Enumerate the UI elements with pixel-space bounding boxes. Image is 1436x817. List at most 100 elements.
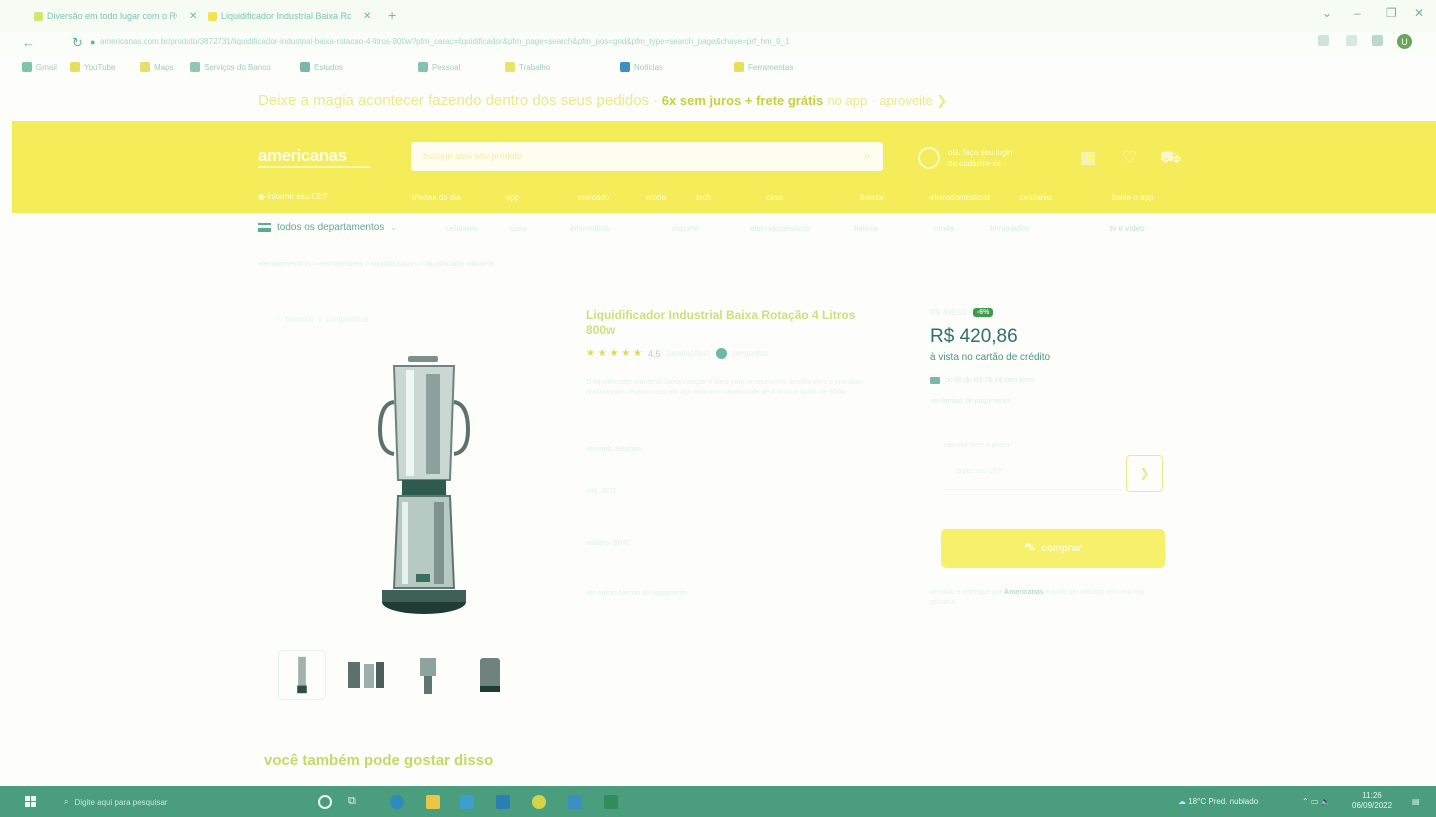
lock-icon[interactable]: ●	[90, 37, 95, 47]
header-category[interactable]: casa	[766, 193, 783, 202]
site-logo[interactable]: americanas	[258, 146, 370, 168]
folder-icon	[734, 62, 744, 72]
back-icon[interactable]: ←	[22, 35, 35, 50]
sidepanel-icon[interactable]	[1372, 35, 1383, 46]
clock[interactable]: 11:26 06/09/2022	[1352, 791, 1392, 811]
credit-card-icon	[930, 377, 940, 384]
search-icon[interactable]: ⌕	[864, 148, 871, 164]
notifications-icon[interactable]: ▤	[1412, 797, 1420, 806]
cep-submit-button[interactable]: ❯	[1126, 455, 1163, 492]
header-category[interactable]: app	[506, 193, 519, 202]
question-icon	[715, 348, 727, 359]
bookmark-item[interactable]: Pessoal	[418, 62, 460, 72]
thumbnail-4[interactable]	[466, 650, 514, 700]
details-link[interactable]: ver mais detalhes	[586, 446, 641, 453]
promo-link[interactable]: · aproveite ❯	[871, 93, 947, 108]
close-icon[interactable]: ✕	[363, 11, 371, 22]
close-icon[interactable]: ✕	[189, 11, 197, 22]
reload-icon[interactable]: ↻	[72, 35, 83, 51]
excel-icon[interactable]	[604, 795, 618, 809]
heart-icon[interactable]: ♡	[1122, 148, 1137, 168]
cortana-icon[interactable]	[318, 795, 332, 809]
bookmark-item[interactable]: Notícias	[620, 62, 663, 72]
thumbnail-3[interactable]	[404, 650, 452, 700]
tray-icons[interactable]: ⌃ ▭ 🔈	[1302, 797, 1331, 806]
price: R$ 420,86	[930, 326, 1018, 347]
edge-icon[interactable]	[390, 795, 404, 809]
cep-link[interactable]: ◉ informe seu CEP	[258, 192, 328, 201]
profile-avatar[interactable]: U	[1397, 34, 1412, 49]
department-item[interactable]: celulares	[446, 224, 478, 233]
star-icon[interactable]	[1318, 35, 1329, 46]
browser-tab-2[interactable]: Liquidificador Industrial Baixa Rotação …	[208, 8, 371, 24]
product-image[interactable]	[372, 352, 476, 620]
minimize-button[interactable]: –	[1354, 6, 1361, 20]
department-item[interactable]: informática	[570, 224, 609, 233]
cart-icon[interactable]: ⛟	[1160, 148, 1181, 170]
bookmark-item[interactable]: Estudos	[300, 62, 343, 72]
department-item[interactable]: moda	[934, 224, 954, 233]
word-icon[interactable]	[568, 795, 582, 809]
product-rating[interactable]: ★ ★ ★ ★ ★ 4,5 (avaliações) perguntas	[586, 348, 768, 359]
product-actions[interactable]: ♡ favoritar ⇪ compartilhar	[276, 315, 369, 324]
thumbnail-1[interactable]	[278, 650, 326, 700]
header-category[interactable]: tech	[696, 193, 711, 202]
mail-icon[interactable]	[496, 795, 510, 809]
close-window-button[interactable]: ✕	[1414, 6, 1424, 20]
task-view-icon[interactable]: ⧉	[348, 795, 362, 809]
taskbar-search[interactable]: ⌕ Digite aqui para pesquisar	[50, 791, 300, 813]
department-item[interactable]: casa	[510, 224, 527, 233]
department-item[interactable]: esporte	[672, 224, 699, 233]
department-item[interactable]: beleza	[854, 224, 878, 233]
header-category[interactable]: ofertas do dia	[412, 193, 460, 202]
search-bar[interactable]: busque aqui seu produto ⌕	[411, 142, 883, 171]
cloud-icon: ☁	[1178, 797, 1186, 806]
installments: ou 6x de R$ 70,14 sem juros	[930, 377, 1035, 384]
header-category[interactable]: baixe o app	[1112, 193, 1153, 202]
breadcrumb[interactable]: eletrodomésticos > eletroportáteis > liq…	[258, 261, 494, 268]
bookmark-item[interactable]: Trabalho	[505, 62, 550, 72]
windows-start-icon[interactable]	[25, 796, 37, 808]
cep-input[interactable]: digite seu CEP	[944, 458, 1122, 490]
header-category[interactable]: celulares	[1020, 193, 1052, 202]
extension-icon[interactable]	[1346, 35, 1357, 46]
header-category[interactable]: moda	[646, 193, 666, 202]
bookmark-item[interactable]: Gmail	[22, 62, 57, 72]
product-description: O liquidificador industrial baixa rotaçã…	[586, 379, 863, 396]
seller-link[interactable]: Americanas	[1004, 589, 1044, 596]
browser-tab-1[interactable]: Diversão em todo lugar com o ROYAL ESTAD…	[34, 8, 197, 24]
folder-icon	[505, 62, 515, 72]
thumbnail-2[interactable]	[342, 650, 390, 700]
old-price: R$ 449,90 -6%	[930, 308, 994, 317]
user-icon[interactable]	[918, 147, 940, 169]
chrome-icon[interactable]	[532, 795, 546, 809]
payment-options-link[interactable]: ver outras formas de pagamento	[586, 590, 687, 597]
departments-menu[interactable]: todos os departamentos ⌄	[258, 222, 397, 233]
questions-link[interactable]: perguntas	[733, 349, 769, 358]
search-input[interactable]: busque aqui seu produto	[423, 151, 522, 161]
header-category[interactable]: mercado	[578, 193, 609, 202]
bookmark-item[interactable]: YouTube	[70, 62, 115, 72]
store-icon[interactable]	[460, 795, 474, 809]
bookmark-item[interactable]: Serviços do Banco	[190, 62, 271, 72]
bookmark-item[interactable]: Ferramentas	[734, 62, 793, 72]
chevron-down-icon[interactable]: ⌄	[1322, 6, 1332, 20]
department-item[interactable]: tv e vídeo	[1110, 224, 1145, 233]
new-tab-button[interactable]: +	[388, 7, 396, 23]
department-item[interactable]: brinquedos	[990, 224, 1030, 233]
login-link[interactable]: olá, faça seu login ou cadastre-se	[948, 147, 1013, 169]
buy-button[interactable]: ⛍ comprar	[941, 529, 1165, 568]
weather-widget[interactable]: ☁ 18°C Pred. nublado	[1178, 797, 1258, 806]
bookmark-item[interactable]: Maps	[140, 62, 174, 72]
pay-options-link[interactable]: ver formas de pagamento	[930, 398, 1010, 405]
file-explorer-icon[interactable]	[426, 795, 440, 809]
reviews-link[interactable]: (avaliações)	[666, 349, 709, 358]
header-category[interactable]: beleza	[860, 193, 884, 202]
promo-separator: ·	[653, 93, 658, 108]
promo-banner[interactable]: Deixe a magia acontecer fazendo dentro d…	[258, 92, 1208, 114]
address-input[interactable]: americanas.com.br/produto/3872731/liquid…	[100, 37, 1310, 49]
maximize-button[interactable]: ❐	[1386, 6, 1397, 20]
header-category[interactable]: eletrodomésticos	[930, 193, 990, 202]
lists-icon[interactable]: ▦	[1080, 148, 1096, 168]
department-item[interactable]: eletrodomésticos	[750, 224, 810, 233]
